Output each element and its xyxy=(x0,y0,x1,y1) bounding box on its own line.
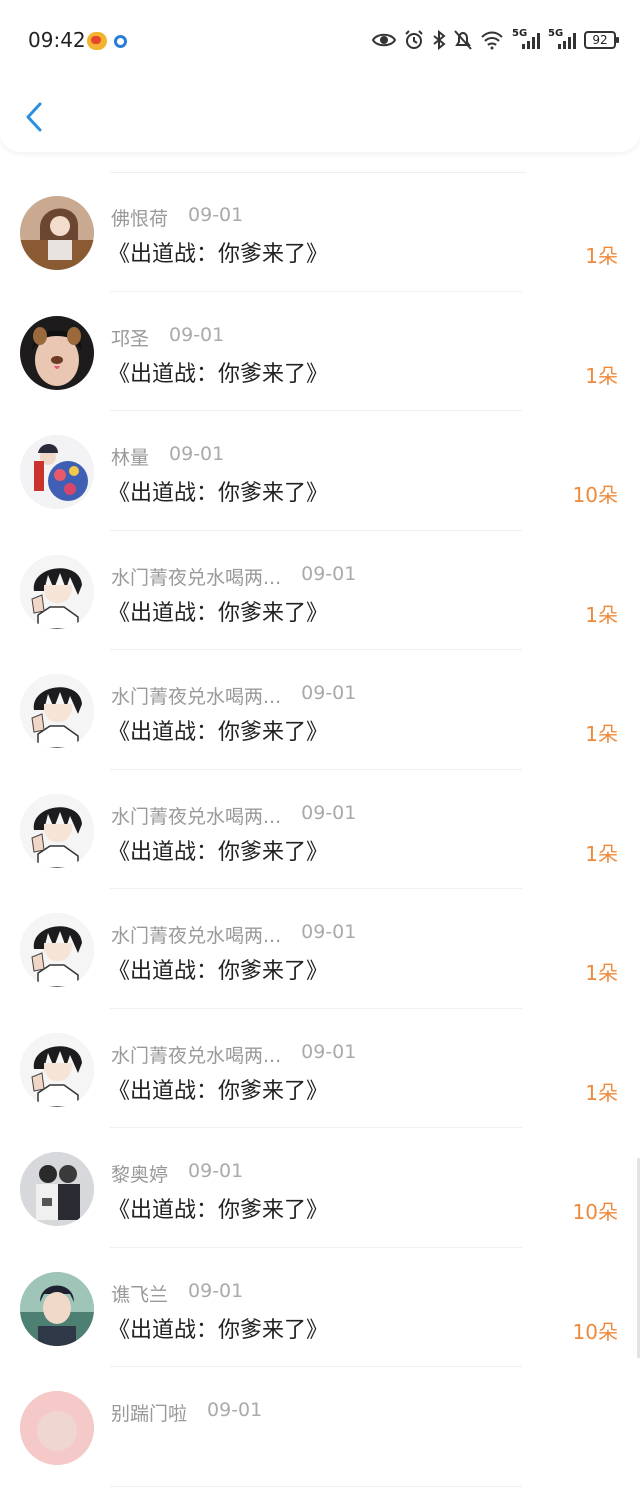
list-item[interactable]: 水门菁夜兑水喝两... 09-01 《出道战：你爹来了》 1朵 xyxy=(0,650,640,770)
gift-date: 09-01 xyxy=(188,1279,244,1302)
user-name: 谯飞兰 xyxy=(111,1283,169,1306)
user-name: 佛恨荷 xyxy=(111,208,169,230)
gift-date: 09-01 xyxy=(188,204,244,226)
work-title: 《出道战：你爹来了》 xyxy=(108,481,329,506)
list-item[interactable]: 黎奥婷 09-01 《出道战：你爹来了》 10朵 xyxy=(0,1128,640,1248)
battery-icon: 92 xyxy=(584,31,619,49)
work-title: 《出道战：你爹来了》 xyxy=(108,839,329,865)
list-item[interactable]: 水门菁夜兑水喝两... 09-01 《出道战：你爹来了》 1朵 xyxy=(0,531,640,650)
notification-dot-icon xyxy=(114,35,127,48)
avatar[interactable] xyxy=(20,913,94,987)
flower-count: 10朵 xyxy=(572,1200,618,1224)
flower-count: 1朵 xyxy=(585,244,618,268)
signal-1-icon: 5G xyxy=(512,28,540,50)
flower-count: 1朵 xyxy=(585,961,618,985)
user-name: 水门菁夜兑水喝两... xyxy=(111,925,282,947)
flower-count: 1朵 xyxy=(585,841,618,866)
user-name: 邛圣 xyxy=(111,327,150,350)
alarm-icon xyxy=(405,30,423,49)
avatar[interactable] xyxy=(20,1271,94,1346)
gift-date: 09-01 xyxy=(301,682,357,704)
work-title: 《出道战：你爹来了》 xyxy=(108,361,329,387)
bluetooth-icon xyxy=(433,30,446,50)
flower-count: 1朵 xyxy=(585,722,618,746)
avatar[interactable] xyxy=(20,1152,94,1226)
gift-date: 09-01 xyxy=(301,801,357,824)
flower-count: 1朵 xyxy=(585,602,618,627)
flower-count: 10朵 xyxy=(572,483,618,507)
list-item[interactable]: 谯飞兰 09-01 《出道战：你爹来了》 10朵 xyxy=(0,1248,640,1367)
status-bar: 09:42 5G 5G 92 xyxy=(0,0,640,80)
work-title: 《出道战：你爹来了》 xyxy=(108,1078,329,1104)
top-bar: 09:42 5G 5G 92 xyxy=(0,0,640,152)
avatar[interactable] xyxy=(20,435,94,509)
avatar[interactable] xyxy=(20,315,94,390)
work-title: 《出道战：你爹来了》 xyxy=(108,959,329,984)
status-icons: 5G 5G 92 xyxy=(372,28,619,52)
user-name: 水门菁夜兑水喝两... xyxy=(111,566,282,589)
work-title: 《出道战：你爹来了》 xyxy=(108,1317,329,1343)
flower-count: 1朵 xyxy=(585,1080,618,1105)
gift-date: 09-01 xyxy=(301,562,357,585)
avatar[interactable] xyxy=(20,196,94,270)
list-item[interactable]: 佛恨荷 09-01 《出道战：你爹来了》 1朵 xyxy=(0,172,640,292)
status-time: 09:42 xyxy=(28,28,86,52)
gift-date: 09-01 xyxy=(301,921,357,943)
avatar[interactable] xyxy=(20,793,94,868)
flower-count: 10朵 xyxy=(572,1319,618,1344)
user-name: 黎奥婷 xyxy=(111,1164,169,1186)
avatar[interactable] xyxy=(20,674,94,748)
gift-date: 09-01 xyxy=(188,1160,244,1182)
weibo-icon xyxy=(87,32,107,50)
work-title: 《出道战：你爹来了》 xyxy=(108,720,329,745)
user-name: 别踹门啦 xyxy=(111,1403,188,1425)
user-name: 水门菁夜兑水喝两... xyxy=(111,1044,282,1067)
gift-date: 09-01 xyxy=(169,323,225,346)
wifi-icon xyxy=(481,31,503,50)
signal-2-icon: 5G xyxy=(548,28,576,50)
user-name: 林量 xyxy=(111,447,150,469)
list-item[interactable]: 水门菁夜兑水喝两... 09-01 《出道战：你爹来了》 1朵 xyxy=(0,889,640,1009)
gift-list: 佛恨荷 09-01 《出道战：你爹来了》 1朵 邛圣 09-01 《出道战：你爹来了》 1朵林… xyxy=(0,172,640,1487)
divider xyxy=(110,1485,522,1487)
list-item[interactable]: 邛圣 09-01 《出道战：你爹来了》 1朵 xyxy=(0,292,640,411)
gift-date: 09-01 xyxy=(301,1040,357,1063)
user-name: 水门菁夜兑水喝两... xyxy=(111,686,282,708)
list-item[interactable]: 林量 09-01 《出道战：你爹来了》 10朵 xyxy=(0,411,640,531)
flower-count: 1朵 xyxy=(585,363,618,388)
work-title: 《出道战：你爹来了》 xyxy=(108,600,329,626)
avatar[interactable] xyxy=(20,1032,94,1107)
chevron-left-icon[interactable] xyxy=(22,98,50,138)
list-item[interactable]: 水门菁夜兑水喝两... 09-01 《出道战：你爹来了》 1朵 xyxy=(0,770,640,889)
eye-icon xyxy=(372,33,396,47)
list-item[interactable]: 别踹门啦 09-01 xyxy=(0,1367,640,1487)
user-name: 水门菁夜兑水喝两... xyxy=(111,805,282,828)
avatar[interactable] xyxy=(20,554,94,629)
gift-date: 09-01 xyxy=(169,443,225,465)
mute-bell-icon xyxy=(454,30,472,50)
gift-date: 09-01 xyxy=(207,1399,263,1421)
list-item[interactable]: 水门菁夜兑水喝两... 09-01 《出道战：你爹来了》 1朵 xyxy=(0,1009,640,1128)
work-title: 《出道战：你爹来了》 xyxy=(108,1198,329,1223)
work-title: 《出道战：你爹来了》 xyxy=(108,242,329,267)
avatar[interactable] xyxy=(20,1391,94,1465)
